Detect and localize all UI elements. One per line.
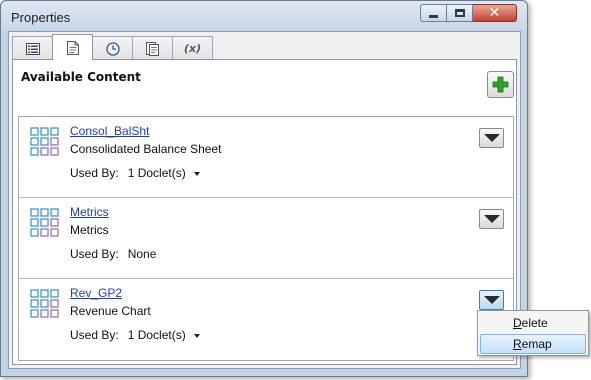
used-by-row: Used By: 1 Doclet(s) <box>70 166 200 180</box>
tab-document[interactable] <box>52 34 93 60</box>
used-by-value: None <box>127 247 157 261</box>
add-plus-icon <box>492 76 509 93</box>
window-title: Properties <box>11 10 71 25</box>
item-menu-button[interactable] <box>479 128 504 148</box>
content-list: Consol_BalSht Consolidated Balance Sheet… <box>18 116 514 361</box>
maximize-button[interactable] <box>447 4 473 22</box>
minimize-button[interactable] <box>420 4 447 22</box>
item-menu-button[interactable] <box>479 290 504 310</box>
used-by-value[interactable]: 1 Doclet(s) <box>128 328 186 342</box>
function-icon: (x) <box>183 42 202 55</box>
list-item: Consol_BalSht Consolidated Balance Sheet… <box>19 117 513 198</box>
grid-content-icon <box>30 289 60 322</box>
close-button[interactable]: ✕ <box>473 4 517 22</box>
item-menu-button[interactable] <box>479 209 504 229</box>
menu-item-remap[interactable]: Remap <box>480 334 586 354</box>
used-by-row: Used By: None <box>70 247 156 261</box>
list-item: Metrics Metrics Used By: None <box>19 198 513 279</box>
list-item: Rev_GP2 Revenue Chart Used By: 1 Doclet(… <box>19 279 513 360</box>
item-name-link[interactable]: Rev_GP2 <box>70 286 122 300</box>
grid-content-icon <box>30 127 60 160</box>
tab-strip: (x) <box>12 34 213 60</box>
menu-item-delete[interactable]: Delete <box>480 313 586 333</box>
clock-icon <box>105 41 120 56</box>
list-icon <box>25 42 40 55</box>
properties-window: Properties ✕ (x) Available Content Conso… <box>0 0 528 377</box>
used-by-label: Used By: <box>70 247 119 261</box>
used-by-dropdown-icon[interactable] <box>193 333 200 338</box>
tab-list[interactable] <box>12 36 53 60</box>
item-context-menu: Delete Remap <box>477 310 589 356</box>
maximize-icon <box>454 9 465 17</box>
tab-function[interactable]: (x) <box>172 36 213 60</box>
clipboard-icon <box>146 42 159 56</box>
used-by-dropdown-icon[interactable] <box>193 171 200 176</box>
available-content-heading: Available Content <box>21 70 141 84</box>
dropdown-arrow-icon <box>483 215 500 223</box>
window-client: (x) Available Content Consol_BalSht Cons… <box>8 31 521 369</box>
add-content-button[interactable] <box>487 71 514 98</box>
close-icon: ✕ <box>488 5 501 21</box>
item-name-link[interactable]: Metrics <box>70 205 109 219</box>
tab-schedule[interactable] <box>92 36 133 60</box>
minimize-icon <box>429 14 438 18</box>
item-description: Revenue Chart <box>70 304 151 318</box>
item-description: Metrics <box>70 223 109 237</box>
title-bar[interactable]: Properties ✕ <box>1 1 527 31</box>
used-by-row: Used By: 1 Doclet(s) <box>70 328 200 342</box>
grid-content-icon <box>30 208 60 241</box>
tab-clipboard[interactable] <box>132 36 173 60</box>
used-by-label: Used By: <box>70 328 119 342</box>
dropdown-arrow-icon <box>483 134 500 142</box>
used-by-value[interactable]: 1 Doclet(s) <box>128 166 186 180</box>
content-panel: Available Content Consol_BalSht Consolid… <box>12 59 517 365</box>
item-name-link[interactable]: Consol_BalSht <box>70 124 149 138</box>
item-description: Consolidated Balance Sheet <box>70 142 222 156</box>
used-by-label: Used By: <box>70 166 119 180</box>
document-icon <box>66 40 79 55</box>
dropdown-arrow-icon <box>483 296 500 304</box>
